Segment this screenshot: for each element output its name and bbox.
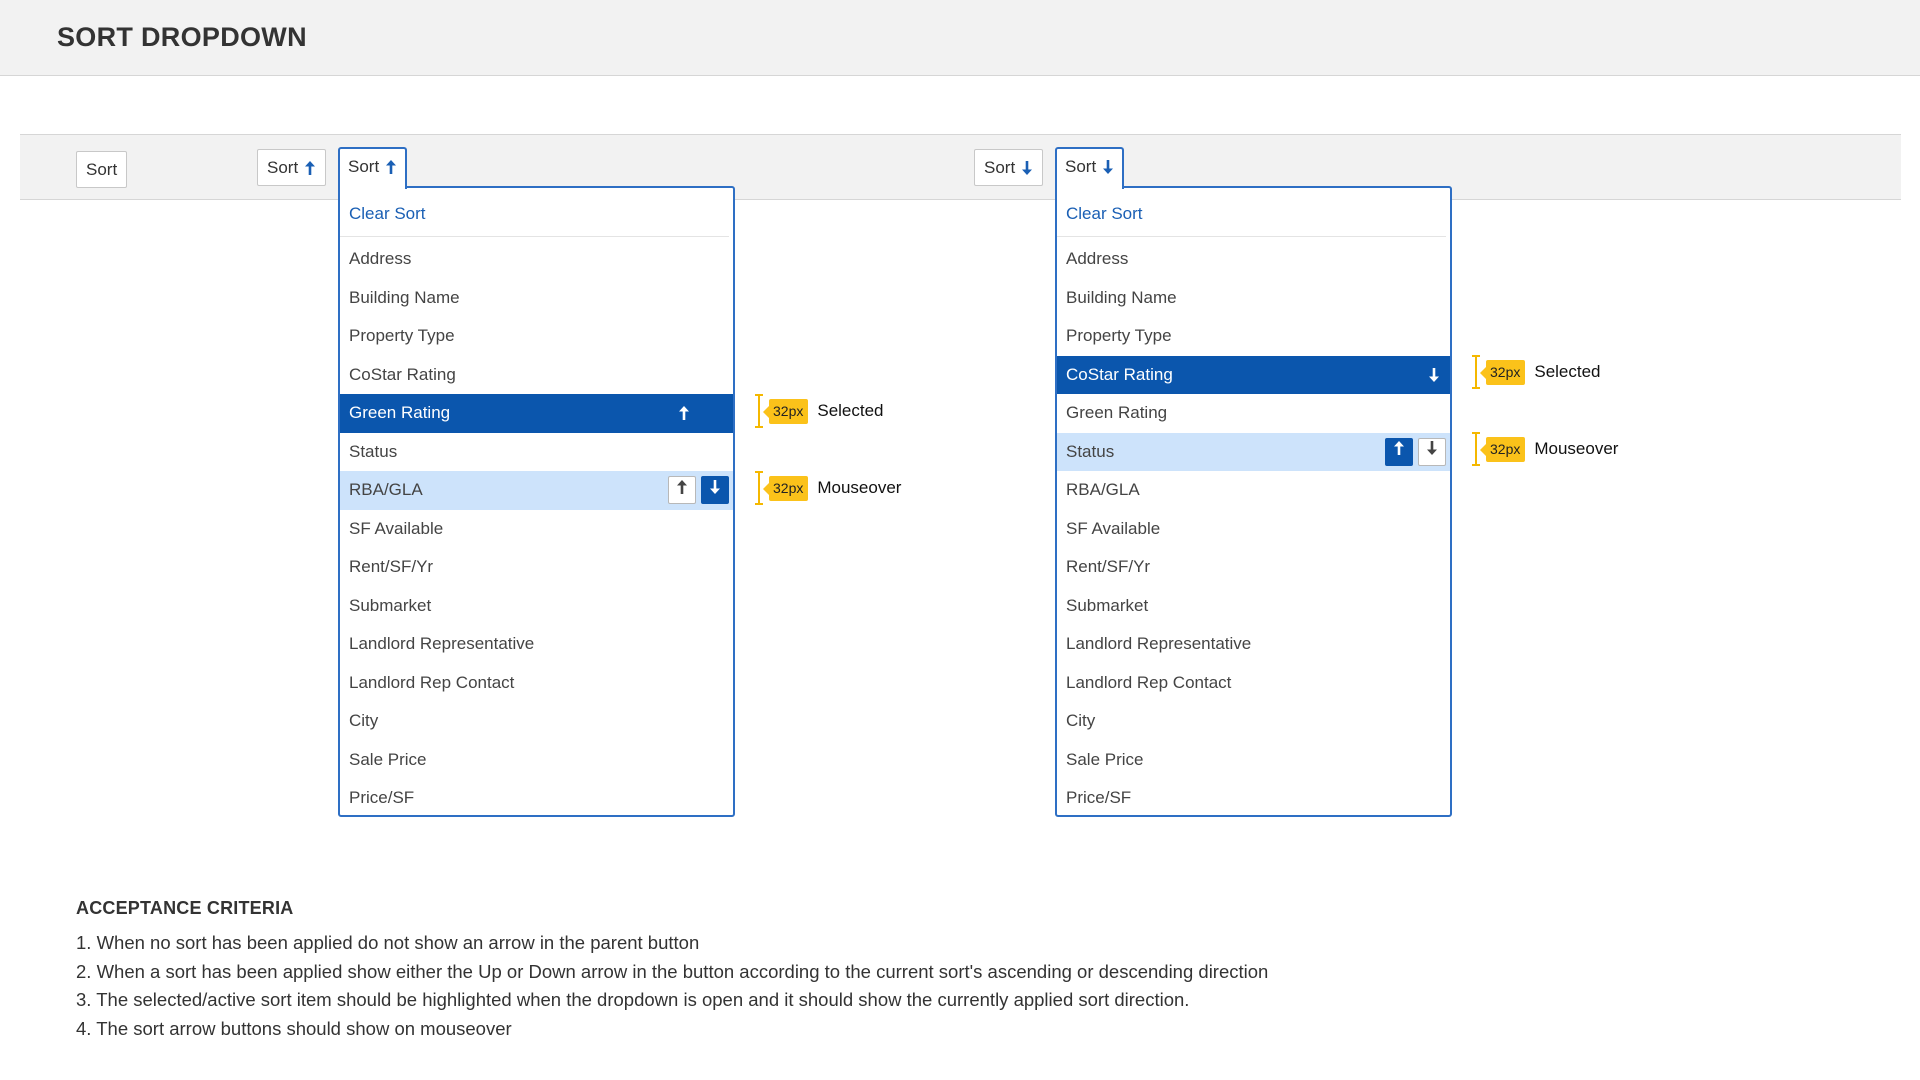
dropdown-item[interactable]: Address xyxy=(340,240,733,279)
dropdown-item[interactable]: Rent/SF/Yr xyxy=(340,548,733,587)
arrow-up-icon xyxy=(385,159,397,175)
dropdown-item[interactable]: Rent/SF/Yr xyxy=(1057,548,1450,587)
annotation-label: Mouseover xyxy=(817,478,902,497)
dropdown-item[interactable]: Status xyxy=(340,433,733,472)
dropdown-item[interactable]: Landlord Rep Contact xyxy=(1057,664,1450,703)
acceptance-criteria-item: 2. When a sort has been applied show eit… xyxy=(76,960,1269,982)
acceptance-criteria-title: ACCEPTANCE CRITERIA xyxy=(76,898,294,918)
sort-dropdown-descending: Clear Sort Address Building Name Propert… xyxy=(1055,186,1452,817)
sort-button-descending[interactable]: Sort xyxy=(974,149,1044,186)
annotation-label: Selected xyxy=(1534,362,1601,381)
dropdown-item[interactable]: Property Type xyxy=(1057,317,1450,356)
dropdown-item[interactable]: Landlord Representative xyxy=(1057,625,1450,664)
acceptance-criteria-item: 1. When no sort has been applied do not … xyxy=(76,932,700,953)
dimension-bracket xyxy=(755,394,763,428)
dropdown-item[interactable]: Landlord Rep Contact xyxy=(340,664,733,703)
annotation-mouseover: 32px Mouseover xyxy=(1472,432,1618,466)
dropdown-item[interactable]: Price/SF xyxy=(1057,779,1450,818)
arrow-up-icon xyxy=(304,160,316,176)
sort-button-label: Sort xyxy=(86,159,118,179)
clear-sort-link[interactable]: Clear Sort xyxy=(340,188,729,237)
annotation-selected: 32px Selected xyxy=(755,394,884,428)
arrow-down-icon xyxy=(1021,160,1033,176)
annotation-mouseover: 32px Mouseover xyxy=(755,471,901,505)
sort-descending-button[interactable] xyxy=(701,476,729,504)
dropdown-item[interactable]: Green Rating xyxy=(1057,394,1450,433)
page-header: SORT DROPDOWN xyxy=(0,0,1920,76)
dropdown-item[interactable]: SF Available xyxy=(340,510,733,549)
dropdown-item[interactable]: Building Name xyxy=(340,279,733,318)
sort-button-ascending[interactable]: Sort xyxy=(257,149,327,186)
dimension-tag: 32px xyxy=(1479,359,1526,385)
dropdown-item[interactable]: Property Type xyxy=(340,317,733,356)
sort-button-unsorted[interactable]: Sort xyxy=(76,151,128,188)
dropdown-item-label: Status xyxy=(1066,441,1115,461)
sort-button-label: Sort xyxy=(984,157,1016,177)
sort-button-label: Sort xyxy=(348,156,380,176)
dropdown-item[interactable]: Submarket xyxy=(1057,587,1450,626)
acceptance-criteria-item: 3. The selected/active sort item should … xyxy=(76,989,1190,1010)
acceptance-criteria-item: 4. The sort arrow buttons should show on… xyxy=(76,1017,512,1039)
dropdown-item-hovered[interactable]: RBA/GLA xyxy=(340,471,733,510)
dimension-bracket xyxy=(755,471,763,505)
dropdown-item-hovered[interactable]: Status xyxy=(1057,432,1450,471)
dropdown-item[interactable]: Price/SF xyxy=(340,779,733,818)
dimension-tag: 32px xyxy=(762,398,809,424)
dimension-bracket xyxy=(1472,432,1480,466)
arrow-up-icon xyxy=(678,394,690,432)
arrow-down-icon xyxy=(1428,356,1440,394)
arrow-up-icon xyxy=(1393,432,1405,471)
dimension-bracket xyxy=(1472,355,1480,389)
sort-dropdown-ascending: Clear Sort Address Building Name Propert… xyxy=(338,186,735,817)
annotation-selected: 32px Selected xyxy=(1472,355,1601,389)
dropdown-item-label: RBA/GLA xyxy=(349,480,423,499)
dropdown-item-label: CoStar Rating xyxy=(1066,364,1173,384)
dropdown-item[interactable]: Sale Price xyxy=(1057,741,1450,780)
dropdown-item[interactable]: SF Available xyxy=(1057,510,1450,549)
clear-sort-link[interactable]: Clear Sort xyxy=(1057,188,1446,237)
sort-ascending-button[interactable] xyxy=(1385,437,1413,466)
acceptance-criteria: ACCEPTANCE CRITERIA 1. When no sort has … xyxy=(76,898,1268,1043)
dimension-tag: 32px xyxy=(1479,436,1526,462)
dropdown-item[interactable]: Address xyxy=(1057,240,1450,279)
arrow-down-icon xyxy=(1426,432,1438,471)
dropdown-item[interactable]: RBA/GLA xyxy=(1057,471,1450,510)
dropdown-item[interactable]: CoStar Rating xyxy=(340,356,733,395)
sort-button-label: Sort xyxy=(1065,156,1097,176)
arrow-down-icon xyxy=(709,471,721,510)
dropdown-item[interactable]: City xyxy=(1057,702,1450,741)
annotation-label: Mouseover xyxy=(1534,439,1619,458)
sort-button-label: Sort xyxy=(267,157,299,177)
page-title: SORT DROPDOWN xyxy=(57,22,307,52)
dropdown-item-selected[interactable]: CoStar Rating xyxy=(1057,355,1450,394)
sort-button-descending-open[interactable]: Sort xyxy=(1055,147,1125,189)
arrow-up-icon xyxy=(676,471,688,510)
dimension-tag: 32px xyxy=(762,475,809,501)
arrow-down-icon xyxy=(1102,159,1114,175)
dropdown-item-selected[interactable]: Green Rating xyxy=(340,394,733,433)
dropdown-item[interactable]: Sale Price xyxy=(340,741,733,780)
annotation-label: Selected xyxy=(817,401,884,420)
dropdown-item-label: Green Rating xyxy=(349,403,451,422)
dropdown-item[interactable]: Landlord Representative xyxy=(340,625,733,664)
dropdown-item[interactable]: Submarket xyxy=(340,587,733,626)
dropdown-item[interactable]: Building Name xyxy=(1057,279,1450,318)
sort-descending-button[interactable] xyxy=(1418,437,1446,466)
dropdown-item[interactable]: City xyxy=(340,702,733,741)
sort-ascending-button[interactable] xyxy=(668,476,696,504)
sort-button-ascending-open[interactable]: Sort xyxy=(338,147,408,189)
